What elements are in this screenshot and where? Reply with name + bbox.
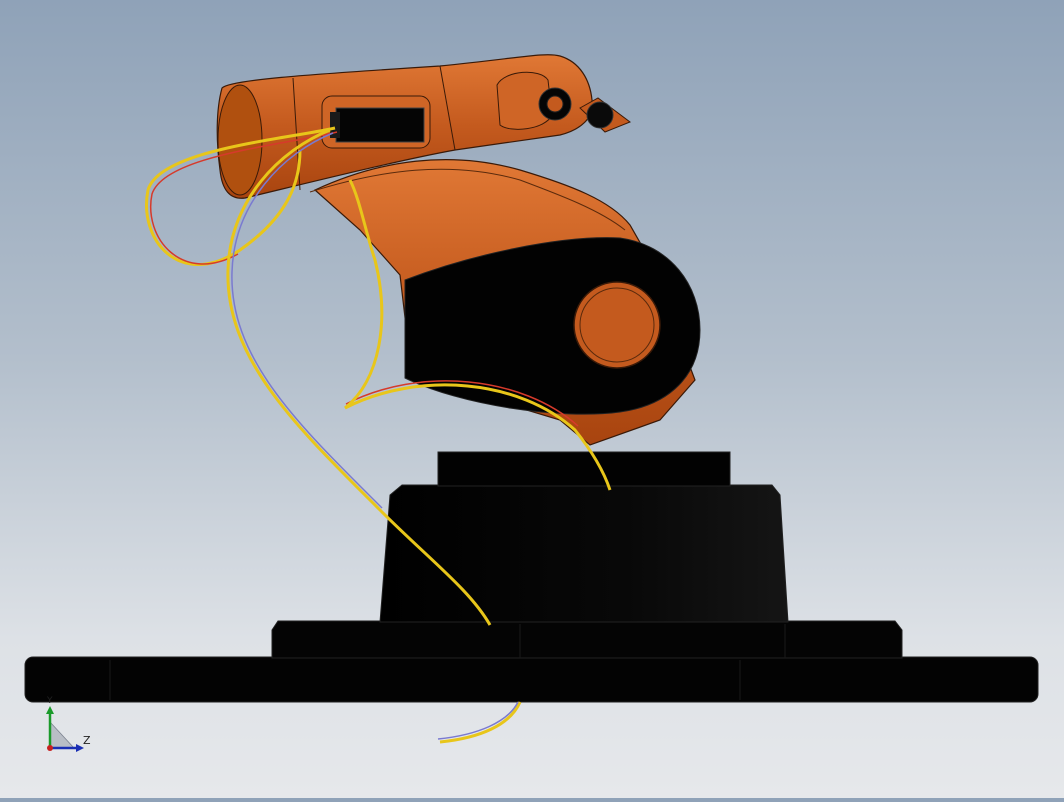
3d-viewport[interactable]: Y Z (0, 0, 1064, 798)
base-step (271, 620, 903, 659)
robot-arm-model[interactable] (0, 0, 1064, 798)
y-axis-label: Y (47, 696, 53, 706)
coordinate-triad: Y Z (40, 696, 100, 760)
turntable-base (379, 451, 789, 623)
z-axis-label: Z (83, 734, 91, 747)
servo-motor (321, 95, 431, 149)
axis-triad-icon (46, 706, 84, 752)
base-plate (24, 656, 1039, 703)
